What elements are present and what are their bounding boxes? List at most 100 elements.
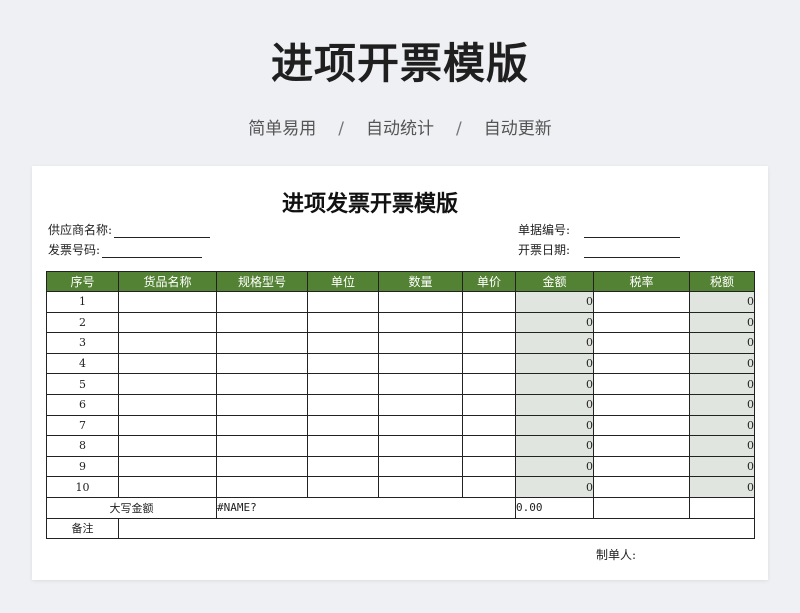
spec-cell[interactable] xyxy=(216,291,308,313)
goods-name-cell[interactable] xyxy=(118,435,217,457)
unit-price-cell[interactable] xyxy=(462,455,516,478)
goods-name-cell[interactable] xyxy=(118,332,217,354)
quantity-cell[interactable] xyxy=(378,476,463,498)
doc-number-input[interactable] xyxy=(584,223,681,238)
tax-amount-cell: 0 xyxy=(689,373,755,395)
quantity-cell[interactable] xyxy=(378,291,463,313)
unit-cell[interactable] xyxy=(307,332,379,354)
unit-price-cell[interactable] xyxy=(462,291,516,313)
tax-rate-cell[interactable] xyxy=(593,311,690,334)
spec-cell[interactable] xyxy=(216,435,308,457)
tax-rate-cell[interactable] xyxy=(593,414,690,437)
unit-price-cell[interactable] xyxy=(462,373,516,395)
row-number: 5 xyxy=(46,373,119,395)
tax-amount-cell: 0 xyxy=(689,311,755,334)
table-row: 8 0 0 xyxy=(46,435,755,457)
invoice-number-field: 发票号码: xyxy=(48,241,203,258)
row-number: 1 xyxy=(46,291,119,313)
doc-number-label: 单据编号: xyxy=(518,223,571,237)
amount-cell: 0 xyxy=(515,332,594,354)
tax-rate-cell[interactable] xyxy=(593,435,690,457)
tax-rate-cell[interactable] xyxy=(593,373,690,395)
table-row: 7 0 0 xyxy=(46,414,755,437)
unit-cell[interactable] xyxy=(307,393,379,416)
quantity-cell[interactable] xyxy=(378,393,463,416)
date-input[interactable] xyxy=(584,243,681,258)
tax-rate-cell[interactable] xyxy=(593,291,690,313)
invoice-number-input[interactable] xyxy=(102,243,203,258)
spec-cell[interactable] xyxy=(216,455,308,478)
amount-cell: 0 xyxy=(515,455,594,478)
table-row: 5 0 0 xyxy=(46,373,755,395)
feature-separator: / xyxy=(456,119,462,139)
unit-cell[interactable] xyxy=(307,291,379,313)
goods-name-cell[interactable] xyxy=(118,373,217,395)
spec-cell[interactable] xyxy=(216,373,308,395)
banner-subtitle: 简单易用 / 自动统计 / 自动更新 xyxy=(0,114,800,139)
unit-cell[interactable] xyxy=(307,352,379,375)
goods-name-cell[interactable] xyxy=(118,393,217,416)
goods-name-cell[interactable] xyxy=(118,311,217,334)
supplier-input[interactable] xyxy=(114,223,211,238)
unit-price-cell[interactable] xyxy=(462,476,516,498)
amount-cell: 0 xyxy=(515,291,594,313)
amount-cell: 0 xyxy=(515,414,594,437)
tax-rate-cell[interactable] xyxy=(593,393,690,416)
unit-cell[interactable] xyxy=(307,476,379,498)
row-number: 8 xyxy=(46,435,119,457)
quantity-cell[interactable] xyxy=(378,373,463,395)
spec-cell[interactable] xyxy=(216,476,308,498)
amount-cell: 0 xyxy=(515,373,594,395)
goods-name-cell[interactable] xyxy=(118,291,217,313)
feature-separator: / xyxy=(338,119,344,139)
tax-rate-cell[interactable] xyxy=(593,332,690,354)
unit-price-cell[interactable] xyxy=(462,352,516,375)
header-tax-rate: 税率 xyxy=(593,271,690,292)
tax-rate-cell[interactable] xyxy=(593,352,690,375)
quantity-cell[interactable] xyxy=(378,352,463,375)
unit-price-cell[interactable] xyxy=(462,311,516,334)
date-field: 开票日期: xyxy=(518,241,681,258)
amount-cell: 0 xyxy=(515,476,594,498)
feature-easy: 简单易用 xyxy=(248,119,317,139)
quantity-cell[interactable] xyxy=(378,332,463,354)
remark-row: 备注 xyxy=(46,517,755,540)
banner-title: 进项开票模版 xyxy=(270,39,529,88)
unit-cell[interactable] xyxy=(307,455,379,478)
quantity-cell[interactable] xyxy=(378,435,463,457)
table-row: 10 0 0 xyxy=(46,476,755,498)
goods-name-cell[interactable] xyxy=(118,414,217,437)
table-row: 2 0 0 xyxy=(46,311,755,334)
tax-rate-cell[interactable] xyxy=(593,455,690,478)
spec-cell[interactable] xyxy=(216,311,308,334)
remark-input[interactable] xyxy=(118,517,755,540)
unit-price-cell[interactable] xyxy=(462,435,516,457)
unit-price-cell[interactable] xyxy=(462,393,516,416)
unit-cell[interactable] xyxy=(307,373,379,395)
goods-name-cell[interactable] xyxy=(118,476,217,498)
tax-amount-cell: 0 xyxy=(689,332,755,354)
spec-cell[interactable] xyxy=(216,332,308,354)
unit-cell[interactable] xyxy=(307,414,379,437)
unit-cell[interactable] xyxy=(307,311,379,334)
quantity-cell[interactable] xyxy=(378,311,463,334)
unit-cell[interactable] xyxy=(307,435,379,457)
unit-price-cell[interactable] xyxy=(462,414,516,437)
tax-rate-cell[interactable] xyxy=(593,476,690,498)
tax-amount-cell: 0 xyxy=(689,414,755,437)
header-tax-amount: 税额 xyxy=(689,271,755,292)
quantity-cell[interactable] xyxy=(378,414,463,437)
supplier-label: 供应商名称: xyxy=(48,223,113,237)
spec-cell[interactable] xyxy=(216,414,308,437)
remark-label: 备注 xyxy=(46,517,119,540)
spec-cell[interactable] xyxy=(216,352,308,375)
goods-name-cell[interactable] xyxy=(118,352,217,375)
invoice-sheet: 进项发票开票模版 供应商名称: 发票号码: 单据编号: 开票日期: 序号 货品名… xyxy=(32,166,768,580)
goods-name-cell[interactable] xyxy=(118,455,217,478)
unit-price-cell[interactable] xyxy=(462,332,516,354)
capital-amount-label: 大写金额 xyxy=(46,496,217,519)
quantity-cell[interactable] xyxy=(378,455,463,478)
maker-label: 制单人: xyxy=(596,548,637,562)
spec-cell[interactable] xyxy=(216,393,308,416)
row-number: 10 xyxy=(46,476,119,498)
